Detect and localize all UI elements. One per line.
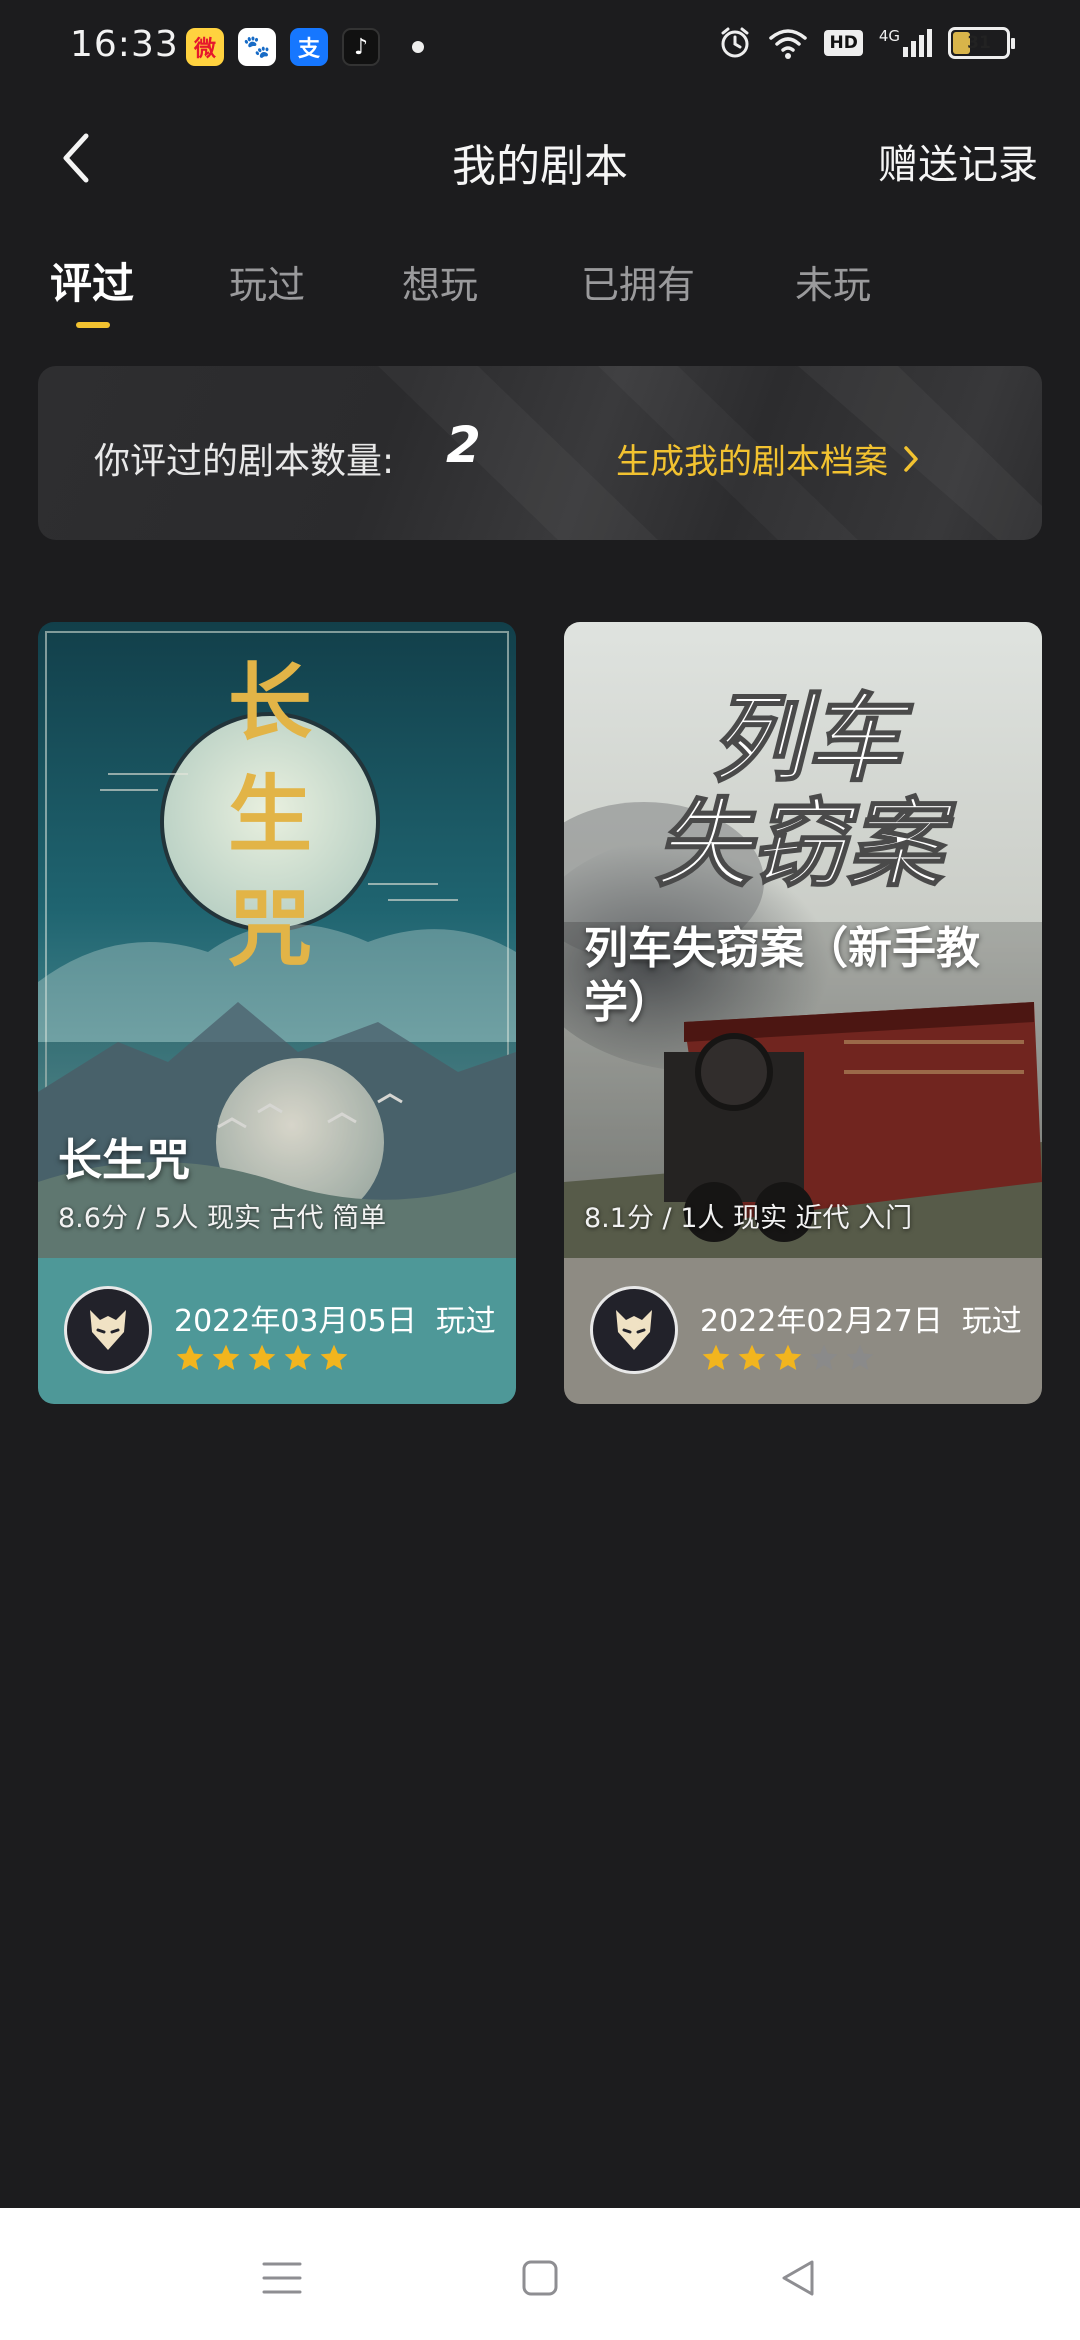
- menu-icon: [262, 2262, 302, 2294]
- tab-played[interactable]: 玩过: [229, 254, 305, 309]
- battery-icon: 31: [948, 27, 1015, 59]
- play-date: 2022年03月05日: [174, 1304, 417, 1339]
- notification-dot: [412, 41, 424, 53]
- status-bar: 16:33 微 🐾 支 ♪ HD 4G 31: [0, 0, 1080, 96]
- star-rating: [174, 1342, 350, 1374]
- script-meta: 8.1分 / 1人 现实 近代 入门: [584, 1203, 913, 1234]
- svg-text:咒: 咒: [228, 879, 312, 978]
- generate-profile-label: 生成我的剧本档案: [616, 442, 888, 482]
- play-date: 2022年02月27日: [700, 1304, 943, 1339]
- tab-not-played[interactable]: 未玩: [795, 254, 871, 309]
- hd-badge: HD: [824, 30, 863, 56]
- baidu-icon: 🐾: [238, 28, 276, 66]
- star-empty-icon: [846, 1344, 874, 1370]
- tab-owned[interactable]: 已拥有: [581, 254, 695, 309]
- cellular-signal-icon: 4G: [879, 29, 932, 57]
- wolf-mask-icon: [616, 1310, 652, 1350]
- back-nav-button[interactable]: [768, 2248, 828, 2308]
- star-filled-icon: [284, 1344, 312, 1370]
- play-status: 玩过: [961, 1304, 1022, 1339]
- status-app-icons: 微 🐾 支 ♪: [186, 28, 424, 66]
- menu-button[interactable]: [252, 2248, 312, 2308]
- wifi-icon: [769, 29, 808, 59]
- battery-percent: 31: [967, 33, 991, 53]
- rated-summary-banner: 你评过的剧本数量: 2 生成我的剧本档案: [38, 366, 1042, 540]
- home-square-icon: [522, 2260, 558, 2296]
- svg-text:长: 长: [228, 653, 312, 752]
- play-status: 玩过: [435, 1304, 496, 1339]
- script-card[interactable]: 长 生 咒 长生咒 8.6分 / 5人 现实 古代 简单 2022年03月05日…: [38, 622, 516, 1404]
- star-rating: [700, 1342, 876, 1374]
- star-filled-icon: [738, 1344, 766, 1370]
- script-title: 列车失窃案（新手教学）: [584, 923, 980, 1028]
- star-filled-icon: [212, 1344, 240, 1370]
- status-indicators: HD 4G 31: [718, 26, 1015, 60]
- script-play-record: 2022年03月05日 玩过: [38, 1258, 516, 1404]
- home-button[interactable]: [510, 2248, 570, 2308]
- status-time: 16:33: [70, 24, 179, 65]
- wolf-mask-icon: [90, 1310, 126, 1350]
- system-navigation-bar: [0, 2208, 1080, 2340]
- script-title: 长生咒: [58, 1135, 190, 1186]
- tab-rated[interactable]: 评过: [50, 250, 134, 311]
- user-avatar[interactable]: [590, 1286, 678, 1374]
- triangle-back-icon: [782, 2260, 814, 2296]
- user-avatar[interactable]: [64, 1286, 152, 1374]
- rated-count-value: 2: [446, 416, 481, 474]
- rated-count-label: 你评过的剧本数量:: [94, 441, 395, 482]
- gift-record-button[interactable]: 赠送记录: [878, 132, 1038, 190]
- star-empty-icon: [810, 1344, 838, 1370]
- chevron-right-icon: [904, 445, 918, 472]
- poster-title-line-2: 失窃案: [655, 788, 957, 900]
- alarm-icon: [721, 27, 749, 58]
- app-header: 我的剧本 赠送记录: [0, 118, 1080, 202]
- star-filled-icon: [320, 1344, 348, 1370]
- generate-profile-link[interactable]: 生成我的剧本档案: [616, 434, 920, 483]
- star-filled-icon: [248, 1344, 276, 1370]
- play-date-status: 2022年02月27日 玩过: [700, 1296, 1022, 1340]
- douyin-icon: ♪: [342, 28, 380, 66]
- alipay-icon: 支: [290, 28, 328, 66]
- poster-title-line-1: 列车: [710, 683, 914, 795]
- script-meta: 8.6分 / 5人 现实 古代 简单: [58, 1203, 387, 1234]
- star-filled-icon: [774, 1344, 802, 1370]
- star-filled-icon: [702, 1344, 730, 1370]
- svg-text:生: 生: [228, 765, 312, 864]
- weibo-icon: 微: [186, 28, 224, 66]
- star-filled-icon: [176, 1344, 204, 1370]
- tab-want-to-play[interactable]: 想玩: [402, 254, 478, 309]
- script-play-record: 2022年02月27日 玩过: [564, 1258, 1042, 1404]
- active-tab-indicator: [76, 322, 110, 328]
- script-card[interactable]: 列车 失窃案 列车失窃案（新手教学） 8.1分 / 1人 现实 近代 入门 20…: [564, 622, 1042, 1404]
- tab-bar: 评过 玩过 想玩 已拥有 未玩: [0, 250, 1080, 340]
- network-type-label: 4G: [878, 27, 900, 45]
- play-date-status: 2022年03月05日 玩过: [174, 1296, 496, 1340]
